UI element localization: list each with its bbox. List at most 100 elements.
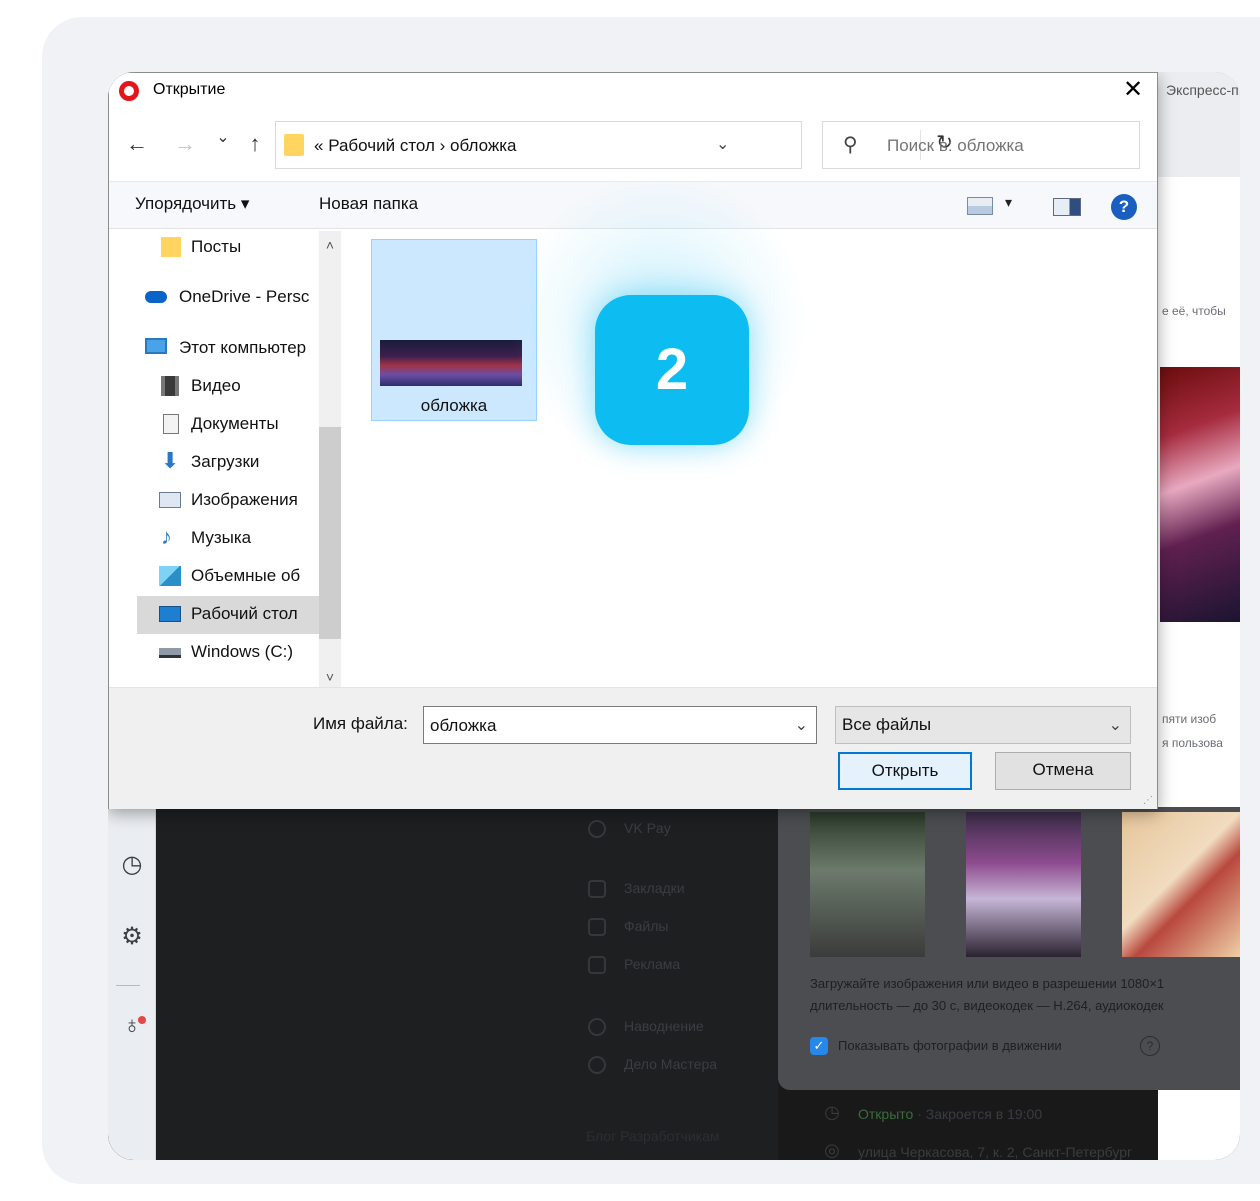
address-text: улица Черкасова, 7, к. 2, Санкт-Петербур… <box>858 1144 1133 1160</box>
menu-item-bookmarks[interactable]: Закладки <box>624 880 685 896</box>
background-thumbnail[interactable] <box>1122 812 1240 957</box>
sidebar-item-onedrive[interactable]: OneDrive - Persc <box>109 279 319 317</box>
filename-value[interactable]: обложка <box>430 716 496 736</box>
sidebar-item-label: Посты <box>191 237 242 256</box>
background-thumbnail[interactable] <box>810 812 925 957</box>
address-path[interactable]: « Рабочий стол › обложка <box>314 136 516 156</box>
menu-item-files[interactable]: Файлы <box>624 918 668 934</box>
sidebar-item-downloads[interactable]: ⬇ Загрузки <box>109 444 319 482</box>
computer-icon <box>145 338 167 354</box>
gear-icon[interactable]: ⚙ <box>108 922 156 951</box>
sidebar-item-label: Рабочий стол <box>191 604 298 623</box>
filetype-select[interactable]: Все файлы ⌄ <box>835 706 1131 744</box>
file-name: обложка <box>420 396 488 415</box>
sidebar-item-documents[interactable]: Документы <box>109 406 319 444</box>
resize-grip-icon[interactable]: ⋰ <box>1143 795 1155 807</box>
menu-item-vkpay[interactable]: VK Pay <box>624 820 671 836</box>
3d-objects-icon <box>159 566 181 586</box>
sidebar-item-desktop[interactable]: Рабочий стол <box>137 596 319 634</box>
chevron-down-icon[interactable]: ⌄ <box>1109 715 1122 735</box>
sidebar-item-music[interactable]: ♪ Музыка <box>109 520 319 558</box>
community-icon <box>588 1056 606 1074</box>
back-arrow-icon[interactable]: ← <box>123 131 151 157</box>
folder-icon <box>284 134 304 156</box>
sidebar-item-windows-drive[interactable]: Windows (C:) <box>109 634 319 672</box>
lightbulb-icon[interactable]: ♁ <box>108 1012 156 1040</box>
download-icon: ⬇ <box>161 448 180 473</box>
opera-logo-icon <box>119 81 139 101</box>
sidebar-item-this-pc[interactable]: Этот компьютер <box>109 330 319 368</box>
open-button[interactable]: Открыть <box>838 752 972 790</box>
chevron-down-icon[interactable]: ⌄ <box>716 134 729 154</box>
sidebar-item-label: Изображения <box>191 490 298 509</box>
view-dropdown-icon[interactable]: ▾ <box>1005 194 1012 211</box>
community-icon <box>588 1018 606 1036</box>
dialog-footer: Имя файла: обложка ⌄ Все файлы ⌄ Открыть… <box>109 687 1157 809</box>
megaphone-icon <box>588 956 606 974</box>
bookmark-icon <box>588 880 606 898</box>
image-thumbnail <box>380 340 522 386</box>
menu-item-community[interactable]: Дело Мастера <box>624 1056 717 1072</box>
background-dark-area <box>108 807 778 1160</box>
address-bar[interactable]: « Рабочий стол › обложка ⌄ ↻ <box>275 121 953 169</box>
sidebar-item-videos[interactable]: Видео <box>109 368 319 406</box>
sidebar-item-3d-objects[interactable]: Объемные об <box>109 558 319 596</box>
forward-arrow-icon[interactable]: → <box>171 131 199 157</box>
background-photo <box>1160 367 1240 622</box>
clock-icon: ◷ <box>824 1102 840 1122</box>
up-arrow-icon[interactable]: ↑ <box>241 131 269 157</box>
scroll-up-icon[interactable]: ˄ <box>319 237 341 253</box>
cloud-icon <box>145 291 167 303</box>
menu-item-community[interactable]: Наводнение <box>624 1018 704 1034</box>
sidebar-item-label: Видео <box>191 376 241 395</box>
search-input[interactable] <box>887 134 1127 158</box>
recent-locations-chevron-icon[interactable]: ⌄ <box>209 127 237 147</box>
navigation-bar: ← → ⌄ ↑ « Рабочий стол › обложка ⌄ ↻ ⚲ <box>109 121 1157 171</box>
chevron-down-icon[interactable]: ⌄ <box>795 715 808 735</box>
background-thumbnail[interactable] <box>966 812 1081 957</box>
overflow-chevron-icon[interactable]: « <box>314 136 323 155</box>
search-box[interactable]: ⚲ <box>822 121 1140 169</box>
drive-icon <box>159 648 181 658</box>
preview-pane-icon[interactable] <box>1053 198 1081 216</box>
dialog-titlebar[interactable]: Открытие ✕ <box>109 73 1157 109</box>
dialog-title: Открытие <box>153 81 226 98</box>
scrollbar-thumb[interactable] <box>319 427 341 639</box>
filetype-value: Все файлы <box>842 715 932 734</box>
scroll-down-icon[interactable]: ˅ <box>319 669 341 685</box>
organize-button[interactable]: Упорядочить ▾ <box>135 194 249 214</box>
location-icon: ◎ <box>824 1140 840 1160</box>
menu-item-ads[interactable]: Реклама <box>624 956 680 972</box>
background-tab-strip: Экспресс-п <box>1158 72 1240 177</box>
sidebar-item-posts[interactable]: Посты <box>109 229 319 267</box>
music-icon: ♪ <box>161 524 172 549</box>
cancel-button[interactable]: Отмена <box>995 752 1131 790</box>
rail-divider <box>116 985 140 986</box>
help-icon[interactable]: ? <box>1140 1036 1160 1056</box>
path-segments[interactable]: Рабочий стол › обложка <box>328 136 516 155</box>
folder-icon <box>161 237 181 257</box>
view-mode-icon[interactable] <box>967 197 993 215</box>
documents-icon <box>163 414 179 434</box>
upload-hint: длительность — до 30 с, видеокодек — H.2… <box>810 998 1164 1013</box>
open-status-label: Открыто <box>858 1106 914 1122</box>
sidebar-item-label: Windows (C:) <box>191 642 294 661</box>
close-button[interactable]: ✕ <box>1115 77 1151 105</box>
sidebar-item-label: Загрузки <box>191 452 260 471</box>
sidebar-item-pictures[interactable]: Изображения <box>109 482 319 520</box>
file-icon <box>588 918 606 936</box>
clock-icon[interactable]: ◷ <box>108 850 156 879</box>
sidebar-item-label: Документы <box>191 414 279 433</box>
open-status: Открыто · Закроется в 19:00 <box>858 1106 1042 1122</box>
new-folder-button[interactable]: Новая папка <box>319 194 418 214</box>
sidebar-item-label: OneDrive - Persc <box>179 287 310 306</box>
background-tab-title: Экспресс-п <box>1166 82 1239 98</box>
filename-input[interactable]: обложка ⌄ <box>423 706 817 744</box>
close-time: · Закроется в 19:00 <box>913 1106 1043 1122</box>
help-icon[interactable]: ? <box>1111 194 1137 220</box>
background-text-fragment: я пользова <box>1162 736 1223 750</box>
video-icon <box>161 376 179 396</box>
desktop-icon <box>159 606 181 622</box>
footer-links[interactable]: Блог Разработчикам <box>586 1128 720 1144</box>
motion-checkbox[interactable]: ✓ <box>810 1037 828 1055</box>
